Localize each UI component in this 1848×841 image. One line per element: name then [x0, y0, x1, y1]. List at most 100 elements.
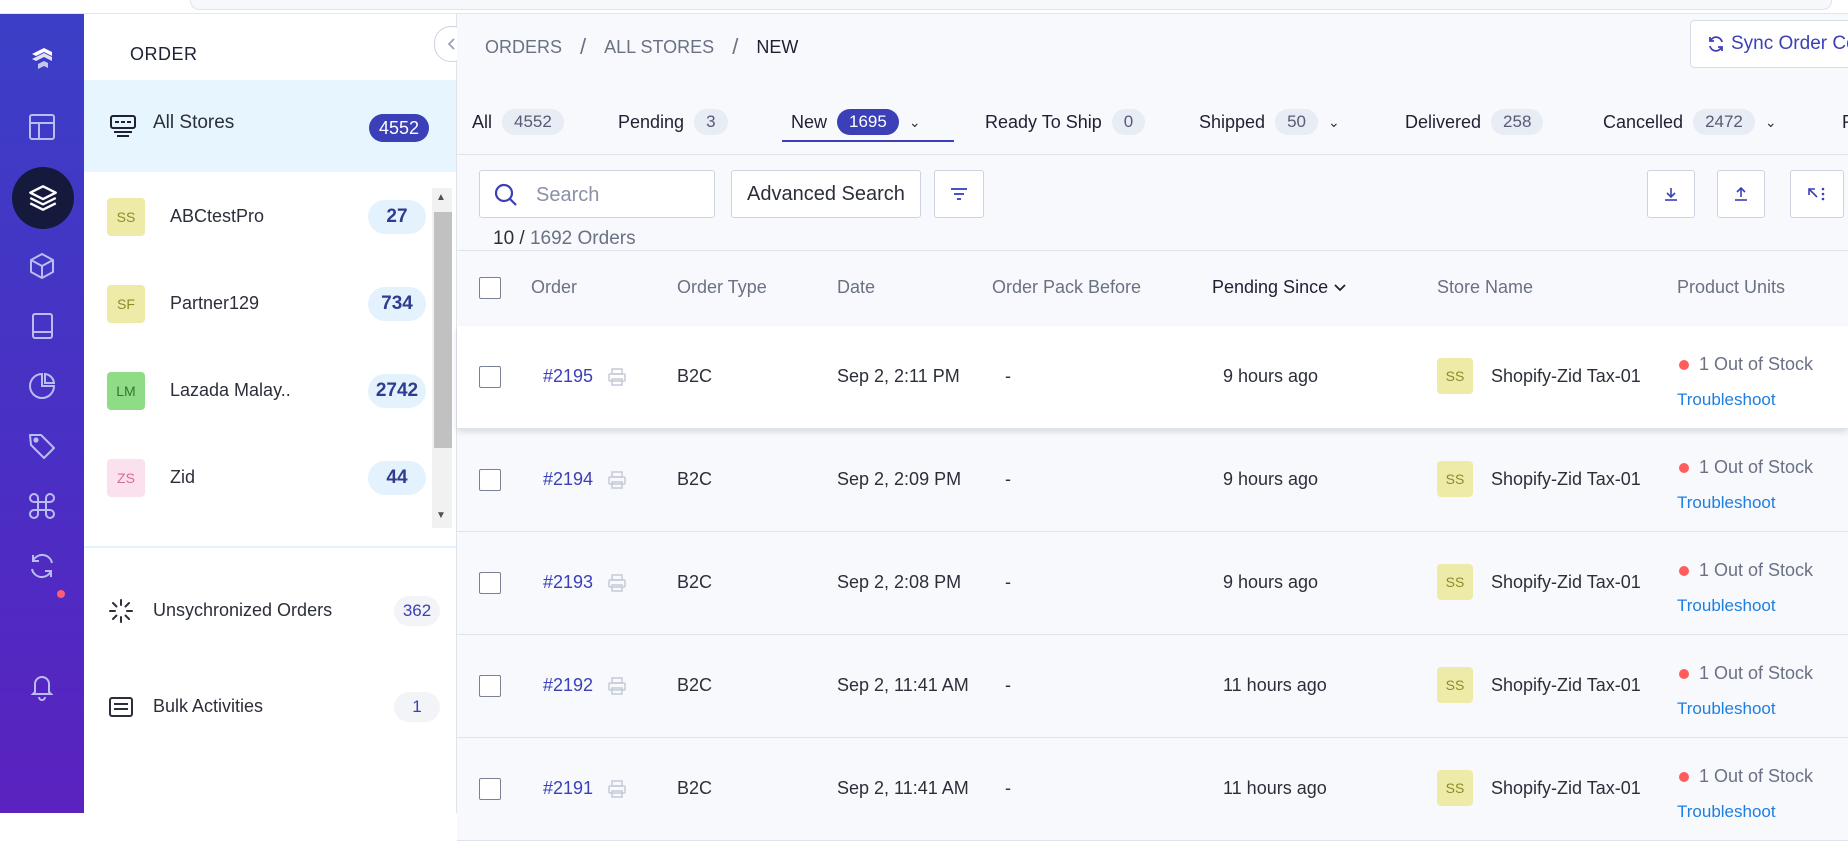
- store-avatar: LM: [107, 372, 145, 410]
- row-checkbox[interactable]: [479, 778, 501, 800]
- table-row[interactable]: #2191 B2C Sep 2, 11:41 AM - 11 hours ago SS Sh…: [457, 738, 1848, 841]
- shortcuts-icon[interactable]: [22, 486, 62, 526]
- column-header-store-name[interactable]: Store Name: [1437, 277, 1533, 298]
- table-header: Order Order Type Date Order Pack Before …: [457, 250, 1848, 328]
- bulk-activities-link[interactable]: Bulk Activities 1: [84, 676, 456, 736]
- column-header-pending-since[interactable]: Pending Since: [1212, 277, 1347, 298]
- chevron-down-icon[interactable]: ⌄: [1328, 114, 1340, 131]
- row-checkbox[interactable]: [479, 366, 501, 388]
- active-tab-indicator: [782, 140, 954, 142]
- shown-count: 10: [493, 228, 515, 249]
- all-stores-item[interactable]: All Stores 4552: [84, 80, 456, 172]
- order-pack-before: -: [1005, 469, 1011, 489]
- troubleshoot-link[interactable]: Troubleshoot: [1677, 390, 1776, 410]
- sync-icon[interactable]: [22, 546, 62, 586]
- row-checkbox[interactable]: [479, 675, 501, 697]
- breadcrumb-all-stores[interactable]: ALL STORES: [604, 37, 714, 58]
- reports-icon[interactable]: [22, 366, 62, 406]
- order-number-link[interactable]: #2195: [543, 366, 593, 387]
- tab-cancelled[interactable]: Cancelled 2472 ⌄: [1603, 108, 1777, 136]
- column-header-date[interactable]: Date: [837, 277, 875, 298]
- order-date: Sep 2, 11:41 AM: [837, 778, 969, 798]
- tab-shipped[interactable]: Shipped 50 ⌄: [1199, 108, 1340, 136]
- search-box[interactable]: [479, 170, 715, 218]
- orders-icon[interactable]: [12, 167, 74, 229]
- filter-button[interactable]: [934, 170, 984, 218]
- browser-top-strip: [0, 0, 1848, 14]
- tab-pending[interactable]: Pending 3: [618, 108, 728, 136]
- logo-icon[interactable]: [22, 38, 62, 78]
- troubleshoot-link[interactable]: Troubleshoot: [1677, 596, 1776, 616]
- printer-icon[interactable]: [607, 677, 627, 695]
- products-icon[interactable]: [22, 246, 62, 286]
- expand-menu-icon: [1808, 187, 1825, 201]
- chevron-down-icon[interactable]: ⌄: [909, 114, 921, 131]
- out-of-stock-dot-icon: [1679, 668, 1689, 679]
- table-row[interactable]: #2195 B2C Sep 2, 2:11 PM - 9 hours ago SS Shop…: [457, 326, 1848, 429]
- pending-since: 9 hours ago: [1223, 366, 1319, 386]
- column-header-order-type[interactable]: Order Type: [677, 277, 767, 298]
- unsynchronized-orders-link[interactable]: Unsychronized Orders 362: [84, 580, 456, 640]
- row-checkbox[interactable]: [479, 572, 501, 594]
- table-row[interactable]: #2192 B2C Sep 2, 11:41 AM - 11 hours ago SS Sh…: [457, 635, 1848, 738]
- store-item[interactable]: SS ABCtestPro 27: [84, 174, 434, 260]
- troubleshoot-link[interactable]: Troubleshoot: [1677, 802, 1776, 822]
- tab-delivered[interactable]: Delivered 258: [1405, 108, 1544, 136]
- store-item[interactable]: ZS Zid 44: [84, 435, 434, 521]
- store-avatar: ZS: [107, 459, 145, 497]
- row-checkbox[interactable]: [479, 469, 501, 491]
- order-number-link[interactable]: #2191: [543, 778, 593, 799]
- catalog-icon[interactable]: [22, 306, 62, 346]
- tab-ready-to-ship[interactable]: Ready To Ship 0: [985, 108, 1146, 136]
- table-row[interactable]: #2194 B2C Sep 2, 2:09 PM - 9 hours ago SS Shop…: [457, 429, 1848, 532]
- order-date: Sep 2, 11:41 AM: [837, 675, 969, 695]
- order-number-link[interactable]: #2192: [543, 675, 593, 696]
- search-input[interactable]: [534, 181, 708, 209]
- store-avatar: SS: [1437, 667, 1473, 703]
- tab-all[interactable]: All 4552: [472, 108, 564, 136]
- column-header-order-pack-before[interactable]: Order Pack Before: [992, 277, 1141, 298]
- column-settings-button[interactable]: [1790, 170, 1844, 218]
- store-item[interactable]: LM Lazada Malay.. 2742: [84, 348, 434, 434]
- store-avatar: SS: [1437, 358, 1473, 394]
- chevron-down-icon[interactable]: ⌄: [1765, 114, 1777, 131]
- breadcrumb-orders[interactable]: ORDERS: [485, 37, 562, 58]
- out-of-stock-dot-icon: [1679, 565, 1689, 576]
- troubleshoot-link[interactable]: Troubleshoot: [1677, 493, 1776, 513]
- store-count: 2742: [368, 374, 426, 408]
- printer-icon[interactable]: [607, 780, 627, 798]
- dashboard-icon[interactable]: [22, 107, 62, 147]
- order-type: B2C: [677, 778, 713, 798]
- scroll-up-arrow-icon[interactable]: ▲: [436, 192, 446, 203]
- printer-icon[interactable]: [607, 574, 627, 592]
- tags-icon[interactable]: [22, 426, 62, 466]
- troubleshoot-link[interactable]: Troubleshoot: [1677, 699, 1776, 719]
- advanced-search-button[interactable]: Advanced Search: [731, 170, 921, 218]
- order-number-link[interactable]: #2194: [543, 469, 593, 490]
- printer-icon[interactable]: [607, 368, 627, 386]
- download-button[interactable]: [1647, 170, 1695, 218]
- breadcrumb-separator: /: [580, 34, 587, 59]
- tab-label: Ready To Ship: [985, 111, 1102, 132]
- select-all-checkbox[interactable]: [479, 277, 501, 299]
- store-item[interactable]: SF Partner129 734: [84, 261, 434, 347]
- stock-status: 1 Out of Stock: [1679, 766, 1813, 787]
- order-type: B2C: [677, 572, 713, 592]
- upload-button[interactable]: [1717, 170, 1765, 218]
- tab-new[interactable]: New 1695 ⌄: [791, 108, 921, 136]
- printer-icon[interactable]: [607, 471, 627, 489]
- scroll-down-arrow-icon[interactable]: ▼: [436, 510, 446, 521]
- tab-returned[interactable]: R: [1842, 108, 1848, 136]
- scrollbar-thumb[interactable]: [434, 212, 452, 448]
- stock-status: 1 Out of Stock: [1679, 663, 1813, 684]
- store-list-scrollbar[interactable]: ▲ ▼: [432, 188, 452, 528]
- order-number-link[interactable]: #2193: [543, 572, 593, 593]
- column-header-product-units[interactable]: Product Units: [1677, 277, 1785, 298]
- store-name: Partner129: [170, 293, 260, 313]
- app-rail: [0, 14, 84, 813]
- table-row[interactable]: #2193 B2C Sep 2, 2:08 PM - 9 hours ago SS Shop…: [457, 532, 1848, 635]
- column-header-order[interactable]: Order: [531, 277, 577, 298]
- notifications-icon[interactable]: [22, 666, 62, 706]
- sync-orders-button[interactable]: Sync Order Co: [1690, 20, 1848, 68]
- refresh-icon: [1709, 36, 1723, 52]
